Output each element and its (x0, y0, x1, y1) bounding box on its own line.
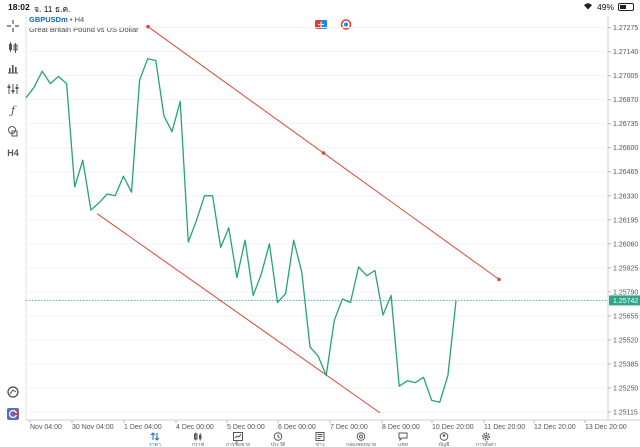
mailbox-icon (341, 432, 381, 442)
price-tick-label: 1.26465 (613, 169, 638, 176)
trend-line-handle[interactable] (146, 24, 150, 29)
nav-item-label: แชท (398, 442, 408, 447)
trend-line-handle[interactable] (497, 277, 501, 282)
time-tick-label: 10 Dec 20:00 (432, 424, 474, 431)
price-series (25, 58, 457, 403)
nav-item-label: การตั้งค่า (475, 442, 497, 447)
price-tick-label: 1.25790 (613, 289, 638, 296)
nav-item-quotes[interactable]: ราคา (135, 432, 175, 447)
chat-icon (383, 432, 423, 442)
nav-item-chart[interactable]: กราฟ (178, 432, 218, 447)
nav-item-label: กราฟ (191, 442, 205, 447)
price-tick-label: 1.26870 (613, 97, 638, 104)
current-price-marker: 1.25742 (26, 295, 640, 306)
trade-icon (218, 432, 258, 442)
nav-item-label: บัญชี (438, 442, 450, 447)
nav-item-label: การซื้อขาย (225, 442, 251, 447)
price-tick-label: 1.25655 (613, 313, 638, 320)
time-tick-label: 5 Dec 00:00 (227, 424, 265, 431)
price-tick-label: 1.25115 (613, 409, 638, 416)
price-tick-label: 1.26195 (613, 217, 638, 224)
price-tick-label: 1.25385 (613, 361, 638, 368)
nav-item-label: ข่าว (315, 442, 325, 447)
time-tick-label: 8 Dec 00:00 (382, 424, 420, 431)
price-line (25, 58, 457, 403)
bottom-navigation: ราคา กราฟ การซื้อขาย ประวัติ ข่าว กล่องจดหมาย… (0, 432, 640, 447)
time-tick-label: 6 Dec 00:00 (278, 424, 316, 431)
time-tick-label: 4 Dec 00:00 (176, 424, 214, 431)
nav-item-chat[interactable]: แชท (383, 432, 423, 447)
chart-icon (178, 432, 218, 442)
history-icon (258, 432, 298, 442)
price-tick-label: 1.26060 (613, 241, 638, 248)
settings-icon (466, 432, 506, 442)
navigator-icon[interactable] (7, 386, 19, 398)
price-chart[interactable]: 1.27275 1.27140 1.27005 1.26870 1.26735 1.266… (0, 0, 640, 432)
nav-item-history[interactable]: ประวัติ (258, 432, 298, 447)
nav-item-trade[interactable]: การซื้อขาย (218, 432, 258, 447)
current-price-label: 1.25742 (613, 298, 638, 305)
nav-item-label: กล่องจดหมาย (345, 442, 377, 447)
nav-item-label: ราคา (149, 442, 161, 447)
nav-item-settings[interactable]: การตั้งค่า (466, 432, 506, 447)
price-tick-label: 1.27140 (613, 49, 638, 56)
quotes-icon (135, 432, 175, 442)
price-tick-label: 1.26735 (613, 121, 638, 128)
nav-item-label: ประวัติ (270, 442, 286, 447)
time-tick-label: 1 Dec 04:00 (124, 424, 162, 431)
nav-item-news[interactable]: ข่าว (300, 432, 340, 447)
time-tick-label: 30 Nov 04:00 (72, 424, 114, 431)
nav-item-account[interactable]: บัญชี (424, 432, 464, 447)
trend-lines[interactable] (96, 24, 501, 414)
time-tick-label: 11 Dec 20:00 (484, 424, 525, 431)
account-icon (424, 432, 464, 442)
price-axis: 1.27275 1.27140 1.27005 1.26870 1.26735 1.266… (608, 25, 638, 416)
price-tick-label: 1.27275 (613, 25, 638, 32)
time-tick-label: 13 Dec 20:00 (585, 424, 627, 431)
news-icon (300, 432, 340, 442)
price-tick-label: 1.25520 (613, 337, 638, 344)
nav-item-mailbox[interactable]: กล่องจดหมาย (341, 432, 381, 447)
time-axis: Nov 04:00 30 Nov 04:00 1 Dec 04:00 4 Dec 00… (29, 420, 627, 431)
price-tick-label: 1.27005 (613, 73, 638, 80)
time-tick-label: Nov 04:00 (30, 424, 62, 431)
time-tick-label: 7 Dec 00:00 (330, 424, 368, 431)
price-tick-label: 1.25250 (613, 385, 638, 392)
time-tick-label: 12 Dec 20:00 (534, 424, 576, 431)
price-tick-label: 1.25925 (613, 265, 638, 272)
broker-logo-icon[interactable] (7, 408, 19, 420)
trend-line-handle[interactable] (321, 151, 326, 155)
price-tick-label: 1.26330 (613, 193, 638, 200)
price-tick-label: 1.26600 (613, 145, 638, 152)
